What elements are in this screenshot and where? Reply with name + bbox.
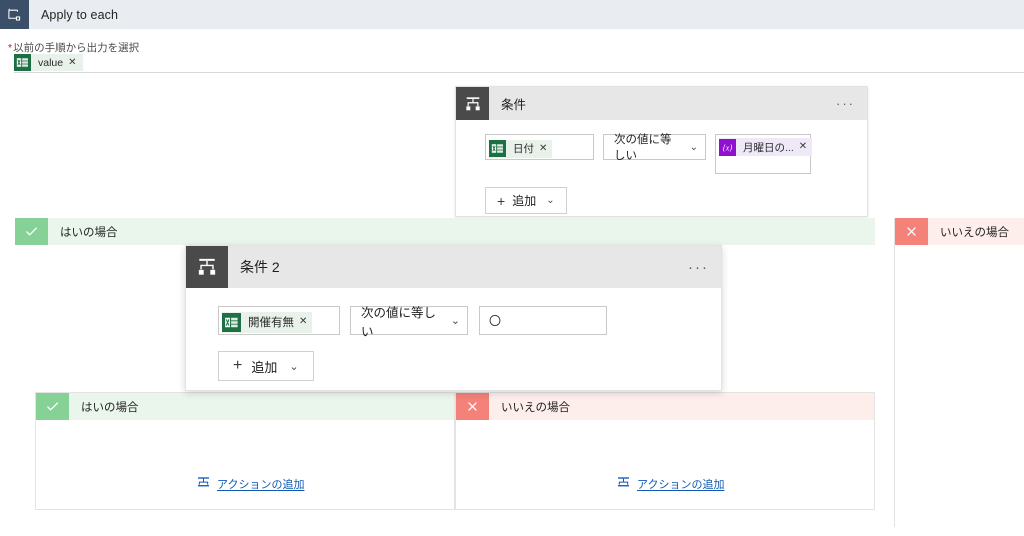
inner-yes-branch: はいの場合 アクションの追加 [35,392,455,510]
close-icon[interactable]: ✕ [539,143,547,154]
expression-icon: {x} [719,138,736,156]
add-action-icon [196,475,211,493]
condition-1-card[interactable]: 条件 ··· 日付 ✕ 次の値に等しい ⌄ {x} 月曜日の... ✕ + 追加… [455,86,868,217]
plus-icon: + [233,357,243,374]
chevron-down-icon: ⌄ [289,360,299,373]
condition-2-add-button[interactable]: + 追加 ⌄ [218,351,314,381]
inner-no-branch: いいえの場合 アクションの追加 [455,392,875,510]
condition-2-title: 条件 2 [240,259,280,275]
excel-icon [489,140,506,157]
expression-token[interactable]: {x} 月曜日の... ✕ [719,138,813,156]
outer-no-branch-left-edge [894,218,895,527]
condition-1-title: 条件 [501,98,527,112]
check-icon [15,218,48,245]
condition-2-value-text: 〇 [489,314,502,328]
date-token-text: 日付 [513,143,534,155]
value-token-text: value [38,56,64,69]
chevron-down-icon: ⌄ [450,315,460,327]
attendance-token[interactable]: 開催有無 ✕ [222,311,313,333]
close-icon[interactable]: ✕ [799,142,807,152]
condition-1-body: 日付 ✕ 次の値に等しい ⌄ {x} 月曜日の... ✕ + 追加 ⌄ [456,120,867,214]
condition-1-add-button[interactable]: + 追加 ⌄ [485,187,567,214]
inner-yes-branch-label: はいの場合 [81,401,139,414]
condition-2-operator-value: 次の値に等しい [361,305,437,339]
condition-2-row: 開催有無 ✕ 次の値に等しい ⌄ 〇 [186,306,721,339]
outer-no-branch-label: いいえの場合 [940,226,1009,239]
outer-yes-branch-label: はいの場合 [60,226,118,239]
outer-no-branch: いいえの場合 [895,218,1024,527]
condition-2-card[interactable]: 条件 2 ··· 開催有無 ✕ 次の値に等しい ⌄ 〇 + 追加 ⌄ [185,245,722,391]
cross-icon [456,393,489,420]
condition-1-left-operand[interactable]: 日付 ✕ [485,134,594,160]
value-token[interactable]: value ✕ [14,54,83,71]
outer-no-branch-header[interactable]: いいえの場合 [895,218,1024,245]
condition-1-operator-value: 次の値に等しい [614,134,672,162]
condition-2-operator-select[interactable]: 次の値に等しい ⌄ [350,306,468,339]
excel-icon [222,312,241,332]
inner-no-branch-label: いいえの場合 [501,401,570,414]
inner-yes-branch-body: アクションの追加 [36,420,454,536]
excel-icon [14,54,31,71]
date-token[interactable]: 日付 ✕ [489,139,553,158]
plus-icon: + [497,192,506,209]
apply-to-each-icon [0,0,29,29]
condition-1-header[interactable]: 条件 ··· [456,87,867,120]
inner-no-branch-body: アクションの追加 [456,420,874,536]
condition-2-value-input[interactable]: 〇 [479,306,607,335]
condition-icon [456,87,489,120]
apply-to-each-header[interactable]: Apply to each [0,0,1024,29]
condition-1-right-operand[interactable]: {x} 月曜日の... ✕ [715,134,813,174]
inner-yes-add-action-link[interactable]: アクションの追加 [196,475,304,493]
add-action-icon [616,475,631,493]
expression-token-text: 月曜日の... [743,141,794,154]
condition-2-body: 開催有無 ✕ 次の値に等しい ⌄ 〇 + 追加 ⌄ [186,288,721,381]
inner-yes-add-action-label: アクションの追加 [217,479,305,491]
select-output-input[interactable]: value ✕ [14,53,1024,73]
condition-2-left-operand[interactable]: 開催有無 ✕ [218,306,340,335]
inner-yes-branch-header[interactable]: はいの場合 [36,393,454,420]
condition-1-operator-select[interactable]: 次の値に等しい ⌄ [603,134,706,162]
condition-2-add-label: 追加 [251,359,278,375]
inner-no-branch-header[interactable]: いいえの場合 [456,393,874,420]
condition-1-more-menu[interactable]: ··· [836,87,855,120]
chevron-down-icon: ⌄ [546,195,555,206]
cross-icon [895,218,928,245]
close-icon[interactable]: ✕ [68,57,76,68]
condition-icon [186,246,228,288]
inner-no-add-action-label: アクションの追加 [637,479,725,491]
inner-no-add-action-link[interactable]: アクションの追加 [616,475,724,493]
apply-to-each-title: Apply to each [41,7,119,22]
condition-2-more-menu[interactable]: ··· [688,246,709,288]
condition-1-add-label: 追加 [512,194,537,208]
check-icon [36,393,69,420]
condition-1-row: 日付 ✕ 次の値に等しい ⌄ {x} 月曜日の... ✕ [456,134,867,174]
chevron-down-icon: ⌄ [689,141,698,153]
svg-text:{x}: {x} [723,143,734,152]
condition-2-header[interactable]: 条件 2 ··· [186,246,721,288]
required-asterisk: * [8,42,13,54]
outer-yes-branch-header[interactable]: はいの場合 [15,218,875,245]
close-icon[interactable]: ✕ [299,317,307,327]
attendance-token-text: 開催有無 [248,317,294,329]
